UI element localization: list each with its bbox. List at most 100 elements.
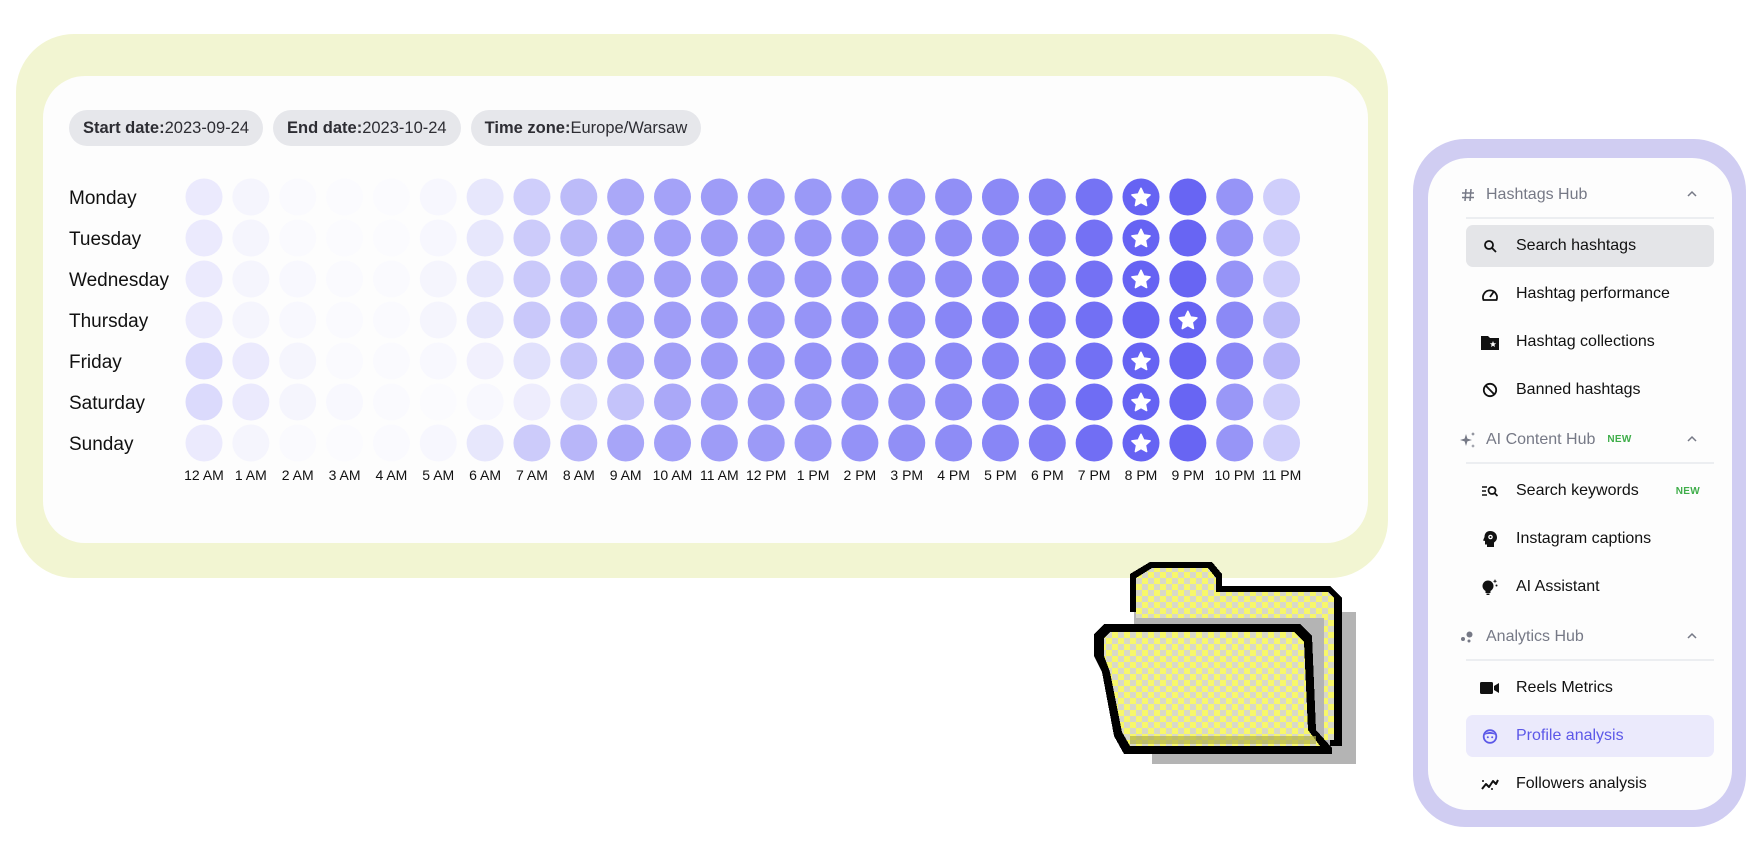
heatmap-cell-thursday-10-pm[interactable]: Thursday 10 PM: 74 [1216, 301, 1254, 339]
heatmap-cell-tuesday-12-pm[interactable]: Tuesday 12 PM: 63 [747, 219, 785, 257]
heatmap-cell-monday-12-am[interactable]: Monday 12 AM: 12 [185, 178, 223, 216]
heatmap-cell-tuesday-12-am[interactable]: Tuesday 12 AM: 12 [185, 219, 223, 257]
heatmap-cell-friday-6-am[interactable]: Friday 6 AM: 8 [466, 342, 504, 380]
heatmap-cell-wednesday-5-pm[interactable]: Wednesday 5 PM: 76 [981, 260, 1019, 298]
heatmap-cell-saturday-3-pm[interactable]: Saturday 3 PM: 69 [888, 383, 926, 421]
heatmap-cell-sunday-3-am[interactable]: Sunday 3 AM: 1 [326, 424, 364, 462]
heatmap-cell-saturday-10-am[interactable]: Saturday 10 AM: 54 [654, 383, 691, 421]
sidebar-item-followers-analysis[interactable]: Followers analysis [1466, 763, 1714, 805]
heatmap-cell-tuesday-4-am[interactable]: Tuesday 4 AM: 1 [372, 219, 410, 257]
heatmap-cell-monday-4-am[interactable]: Monday 4 AM: 1 [372, 178, 410, 216]
heatmap-cell-friday-6-pm[interactable]: Friday 6 PM: 82 [1028, 342, 1066, 380]
heatmap-cell-monday-8-am[interactable]: Monday 8 AM: 42 [560, 178, 598, 216]
heatmap-cell-friday-3-am[interactable]: Friday 3 AM: 2 [326, 342, 364, 380]
heatmap-cell-thursday-4-pm[interactable]: Thursday 4 PM: 76 [935, 301, 973, 339]
heatmap-cell-sunday-6-am[interactable]: Sunday 6 AM: 14 [466, 424, 504, 462]
heatmap-cell-monday-2-am[interactable]: Monday 2 AM: 2 [279, 178, 317, 216]
heatmap-cell-thursday-6-pm[interactable]: Thursday 6 PM: 84 [1028, 301, 1066, 339]
heatmap-cell-friday-1-am[interactable]: Friday 1 AM: 12 [232, 342, 270, 380]
chevron-up-icon[interactable] [1684, 186, 1700, 202]
heatmap-cell-tuesday-9-am[interactable]: Tuesday 9 AM: 55 [607, 219, 645, 257]
heatmap-cell-wednesday-1-pm[interactable]: Wednesday 1 PM: 66 [794, 260, 832, 298]
heatmap-cell-sunday-6-pm[interactable]: Sunday 6 PM: 82 [1028, 424, 1066, 462]
heatmap-cell-thursday-5-pm[interactable]: Thursday 5 PM: 80 [981, 301, 1019, 339]
heatmap-cell-sunday-12-am[interactable]: Sunday 12 AM: 12 [185, 424, 223, 462]
heatmap-cell-friday-2-pm[interactable]: Friday 2 PM: 71 [841, 342, 879, 380]
group-ai-content-hub[interactable]: AI Content Hub NEW [1460, 417, 1714, 464]
heatmap-cell-friday-9-pm[interactable]: Friday 9 PM: 97 [1169, 342, 1207, 380]
heatmap-cell-sunday-1-am[interactable]: Sunday 1 AM: 5 [232, 424, 270, 462]
heatmap-cell-thursday-8-pm[interactable]: Thursday 8 PM: 97 [1122, 301, 1160, 339]
heatmap-cell-saturday-11-am[interactable]: Saturday 11 AM: 59 [700, 383, 738, 421]
heatmap-cell-friday-5-pm[interactable]: Friday 5 PM: 77 [981, 342, 1019, 380]
heatmap-cell-wednesday-2-pm[interactable]: Wednesday 2 PM: 68 [841, 260, 879, 298]
heatmap-cell-thursday-7-pm[interactable]: Thursday 7 PM: 90 [1075, 301, 1113, 339]
heatmap-cell-wednesday-11-am[interactable]: Wednesday 11 AM: 62 [700, 260, 738, 298]
heatmap-cell-sunday-10-am[interactable]: Sunday 10 AM: 59 [654, 424, 691, 462]
heatmap-cell-tuesday-3-am[interactable]: Tuesday 3 AM: 1 [326, 219, 364, 257]
heatmap-cell-friday-9-am[interactable]: Friday 9 AM: 54 [607, 342, 645, 380]
heatmap-cell-sunday-5-am[interactable]: Sunday 5 AM: 4 [419, 424, 457, 462]
heatmap-cell-monday-4-pm[interactable]: Monday 4 PM: 70 [935, 178, 973, 216]
heatmap-cell-sunday-4-pm[interactable]: Sunday 4 PM: 72 [935, 424, 973, 462]
heatmap-cell-saturday-12-am[interactable]: Saturday 12 AM: 22 [185, 383, 223, 421]
heatmap-cell-tuesday-3-pm[interactable]: Tuesday 3 PM: 69 [888, 219, 926, 257]
heatmap-cell-friday-10-pm[interactable]: Friday 10 PM: 75 [1216, 342, 1254, 380]
heatmap-cell-sunday-2-pm[interactable]: Sunday 2 PM: 68 [841, 424, 879, 462]
heatmap-cell-monday-5-pm[interactable]: Monday 5 PM: 74 [981, 178, 1019, 216]
heatmap-cell-monday-9-pm[interactable]: Monday 9 PM: 97 [1169, 178, 1207, 216]
heatmap-cell-thursday-12-am[interactable]: Thursday 12 AM: 12 [185, 301, 223, 339]
sidebar-item-search-hashtags[interactable]: Search hashtags [1466, 225, 1714, 267]
heatmap-cell-sunday-8-am[interactable]: Sunday 8 AM: 45 [560, 424, 598, 462]
heatmap-cell-thursday-4-am[interactable]: Thursday 4 AM: 2 [372, 301, 410, 339]
heatmap-cell-saturday-10-pm[interactable]: Saturday 10 PM: 65 [1216, 383, 1254, 421]
heatmap-cell-wednesday-6-pm[interactable]: Wednesday 6 PM: 81 [1028, 260, 1066, 298]
sidebar-item-banned-hashtags[interactable]: Banned hashtags [1466, 369, 1714, 411]
heatmap-cell-wednesday-9-am[interactable]: Wednesday 9 AM: 56 [607, 260, 645, 298]
heatmap-cell-monday-11-am[interactable]: Monday 11 AM: 62 [700, 178, 738, 216]
heatmap-cell-saturday-5-pm[interactable]: Saturday 5 PM: 76 [981, 383, 1019, 421]
heatmap-cell-friday-11-pm[interactable]: Friday 11 PM: 45 [1263, 342, 1301, 380]
heatmap-cell-thursday-1-pm[interactable]: Thursday 1 PM: 67 [794, 301, 832, 339]
heatmap-cell-wednesday-10-am[interactable]: Wednesday 10 AM: 60 [654, 260, 691, 298]
heatmap-cell-saturday-9-am[interactable]: Saturday 9 AM: 37 [607, 383, 645, 421]
heatmap-cell-tuesday-1-am[interactable]: Tuesday 1 AM: 5 [232, 219, 270, 257]
heatmap-cell-tuesday-6-pm[interactable]: Tuesday 6 PM: 80 [1028, 219, 1066, 257]
heatmap-cell-wednesday-7-am[interactable]: Wednesday 7 AM: 33 [513, 260, 551, 298]
heatmap-cell-friday-5-am[interactable]: Friday 5 AM: 3 [419, 342, 457, 380]
heatmap-cell-wednesday-1-am[interactable]: Wednesday 1 AM: 5 [232, 260, 270, 298]
chevron-up-icon[interactable] [1684, 431, 1700, 447]
heatmap-cell-monday-10-am[interactable]: Monday 10 AM: 58 [654, 178, 691, 216]
heatmap-cell-monday-1-pm[interactable]: Monday 1 PM: 64 [794, 178, 832, 216]
heatmap-cell-wednesday-3-am[interactable]: Wednesday 3 AM: 2 [326, 260, 364, 298]
heatmap-cell-wednesday-7-pm[interactable]: Wednesday 7 PM: 89 [1075, 260, 1113, 298]
heatmap-cell-sunday-2-am[interactable]: Sunday 2 AM: 2 [279, 424, 317, 462]
heatmap-cell-thursday-12-pm[interactable]: Thursday 12 PM: 65 [747, 301, 785, 339]
heatmap-cell-thursday-2-am[interactable]: Thursday 2 AM: 3 [279, 301, 317, 339]
heatmap-cell-wednesday-5-am[interactable]: Wednesday 5 AM: 5 [419, 260, 457, 298]
heatmap-cell-tuesday-7-am[interactable]: Tuesday 7 AM: 32 [513, 219, 551, 257]
heatmap-cell-wednesday-4-pm[interactable]: Wednesday 4 PM: 72 [935, 260, 973, 298]
heatmap-cell-thursday-11-am[interactable]: Thursday 11 AM: 63 [700, 301, 738, 339]
heatmap-cell-monday-2-pm[interactable]: Monday 2 PM: 66 [841, 178, 879, 216]
heatmap-cell-thursday-3-am[interactable]: Thursday 3 AM: 2 [326, 301, 364, 339]
heatmap-cell-friday-4-am[interactable]: Friday 4 AM: 2 [372, 342, 410, 380]
heatmap-cell-monday-7-am[interactable]: Monday 7 AM: 30 [513, 178, 551, 216]
group-hashtags-hub[interactable]: Hashtags Hub [1462, 172, 1714, 219]
heatmap-cell-tuesday-6-am[interactable]: Tuesday 6 AM: 14 [466, 219, 504, 257]
heatmap-cell-saturday-7-pm[interactable]: Saturday 7 PM: 92 [1075, 383, 1113, 421]
heatmap-cell-friday-12-pm[interactable]: Friday 12 PM: 66 [747, 342, 785, 380]
heatmap-cell-tuesday-11-am[interactable]: Tuesday 11 AM: 62 [700, 219, 738, 257]
heatmap-cell-tuesday-5-am[interactable]: Tuesday 5 AM: 4 [419, 219, 457, 257]
heatmap-cell-monday-11-pm[interactable]: Monday 11 PM: 30 [1263, 178, 1301, 216]
heatmap-cell-saturday-7-am[interactable]: Saturday 7 AM: 10 [513, 383, 551, 421]
heatmap-cell-thursday-10-am[interactable]: Thursday 10 AM: 61 [654, 301, 691, 339]
heatmap-cell-monday-3-pm[interactable]: Monday 3 PM: 67 [888, 178, 926, 216]
heatmap-cell-thursday-6-am[interactable]: Thursday 6 AM: 14 [466, 301, 504, 339]
heatmap-cell-sunday-7-pm[interactable]: Sunday 7 PM: 91 [1075, 424, 1113, 462]
sidebar-item-hashtag-collections[interactable]: Hashtag collections [1466, 321, 1714, 363]
heatmap-cell-saturday-5-am[interactable]: Saturday 5 AM: 1 [419, 383, 457, 421]
heatmap-cell-tuesday-11-pm[interactable]: Tuesday 11 PM: 30 [1263, 219, 1301, 257]
heatmap-cell-wednesday-2-am[interactable]: Wednesday 2 AM: 3 [279, 260, 317, 298]
heatmap-cell-wednesday-12-pm[interactable]: Wednesday 12 PM: 64 [747, 260, 785, 298]
